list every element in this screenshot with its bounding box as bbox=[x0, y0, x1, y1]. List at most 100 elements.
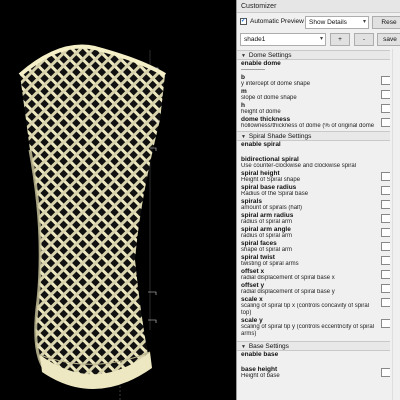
param-name: spiral twist bbox=[241, 254, 275, 261]
group-header-base[interactable]: ▼ Base Settings bbox=[237, 341, 390, 351]
param-desc: Height of Spiral shape bbox=[241, 177, 301, 183]
param-spiral-height: spiral height Height of Spiral shape bbox=[237, 170, 390, 184]
param-spiral-base-radius: spiral base radius Radius of the Spiral … bbox=[237, 184, 390, 198]
param-desc: y intercept of dome shape bbox=[241, 81, 311, 87]
param-desc: height of dome bbox=[241, 109, 281, 115]
save-preset-button[interactable]: save bbox=[377, 33, 400, 46]
reset-button[interactable]: Rese bbox=[372, 16, 400, 29]
param-input[interactable] bbox=[381, 256, 390, 265]
group-header-dome[interactable]: ▼ Dome Settings bbox=[237, 50, 390, 60]
param-name: h bbox=[241, 102, 245, 109]
param-input[interactable] bbox=[381, 270, 390, 279]
preset-value: shade1 bbox=[244, 36, 266, 43]
param-desc: radius of spiral arm bbox=[241, 233, 293, 239]
param-name: offset x bbox=[241, 268, 265, 275]
param-name: scale x bbox=[241, 296, 263, 303]
param-offset-y: offset y radial displacement of spiral b… bbox=[237, 282, 390, 296]
chevron-down-icon: ▾ bbox=[319, 36, 323, 42]
param-name: spiral arm angle bbox=[241, 226, 291, 233]
param-input[interactable] bbox=[381, 90, 390, 99]
param-enable-base: enable base bbox=[237, 351, 390, 358]
param-name: enable base bbox=[241, 351, 279, 358]
param-bidirectional-spiral: bidirectional spiral Use counter-clockwi… bbox=[237, 156, 390, 170]
chevron-down-icon: ▾ bbox=[362, 19, 366, 25]
param-b: b y intercept of dome shape bbox=[237, 74, 390, 88]
param-spirals: spirals amount of spirals (half) bbox=[237, 198, 390, 212]
scrollbar[interactable] bbox=[392, 49, 400, 400]
param-input[interactable] bbox=[381, 118, 390, 127]
customizer-panel: Customizer ✓ Automatic Preview Show Deta… bbox=[236, 0, 400, 400]
group-title: Dome Settings bbox=[248, 52, 292, 59]
param-desc: twisting of spiral arms bbox=[241, 261, 299, 267]
group-title: Base Settings bbox=[248, 343, 289, 350]
param-offset-x: offset x radial displacement of spiral b… bbox=[237, 268, 390, 282]
param-desc: hollowness/thickness of dome (% of origi… bbox=[241, 123, 376, 129]
param-name: bidirectional spiral bbox=[241, 156, 299, 163]
param-input[interactable] bbox=[381, 228, 390, 237]
param-name: b bbox=[241, 74, 245, 81]
automatic-preview-label: Automatic Preview bbox=[250, 18, 304, 25]
param-name: enable spiral bbox=[241, 141, 281, 148]
param-scale-y: scale y scaling of spiral tip y (control… bbox=[237, 317, 390, 338]
param-desc: amount of spirals (half) bbox=[241, 205, 303, 211]
param-name: offset y bbox=[241, 282, 265, 289]
show-details-dropdown[interactable]: Show Details ▾ bbox=[305, 16, 369, 29]
parameter-list: ▼ Dome Settings enable dome ------------… bbox=[237, 49, 390, 400]
param-input[interactable] bbox=[381, 368, 390, 377]
param-desc: radius of spiral arm bbox=[241, 219, 293, 225]
param-desc: ------------ bbox=[241, 67, 265, 73]
param-input[interactable] bbox=[381, 214, 390, 223]
param-name: m bbox=[241, 88, 247, 95]
param-desc: slope of dome shape bbox=[241, 95, 297, 101]
group-header-spiral[interactable]: ▼ Spiral Shade Settings bbox=[237, 131, 390, 141]
param-input[interactable] bbox=[381, 104, 390, 113]
param-desc: Radius of the Spiral base bbox=[241, 191, 309, 197]
param-name: spirals bbox=[241, 198, 262, 205]
param-name: scale y bbox=[241, 317, 263, 324]
param-input[interactable] bbox=[381, 186, 390, 195]
param-input[interactable] bbox=[381, 298, 390, 307]
param-desc: scaling of spiral tip x (controls concav… bbox=[241, 303, 370, 316]
param-spiral-faces: spiral faces shape of spiral arm bbox=[237, 240, 390, 254]
param-name: base height bbox=[241, 366, 278, 373]
param-input[interactable] bbox=[381, 242, 390, 251]
param-scale-x: scale x scaling of spiral tip x (control… bbox=[237, 296, 390, 317]
param-base-height: base height Height of base bbox=[237, 366, 390, 380]
param-input[interactable] bbox=[381, 284, 390, 293]
param-name: spiral height bbox=[241, 170, 280, 177]
lampshade-model bbox=[18, 44, 167, 400]
show-details-value: Show Details bbox=[309, 19, 347, 26]
preview-toolbar: ✓ Automatic Preview Show Details ▾ Rese bbox=[237, 14, 400, 30]
param-desc: Use counter-clockwise and clockwise spir… bbox=[241, 163, 357, 169]
param-desc: scaling of spiral tip y (controls eccent… bbox=[241, 324, 375, 337]
preset-toolbar: shade1 ▾ + - save bbox=[237, 31, 400, 48]
param-desc: Height of base bbox=[241, 373, 280, 379]
remove-preset-button[interactable]: - bbox=[354, 33, 374, 46]
param-name: enable dome bbox=[241, 60, 281, 67]
param-name: spiral base radius bbox=[241, 184, 297, 191]
param-name: spiral faces bbox=[241, 240, 277, 247]
param-desc: radial displacement of spiral base y bbox=[241, 289, 335, 295]
group-title: Spiral Shade Settings bbox=[248, 133, 312, 140]
param-input[interactable] bbox=[381, 200, 390, 209]
param-name: dome thickness bbox=[241, 116, 291, 123]
param-spiral-twist: spiral twist twisting of spiral arms bbox=[237, 254, 390, 268]
param-dome-thickness: dome thickness hollowness/thickness of d… bbox=[237, 116, 390, 130]
param-enable-dome: enable dome ------------ bbox=[237, 60, 390, 74]
param-enable-spiral: enable spiral bbox=[237, 141, 390, 148]
param-h: h height of dome bbox=[237, 102, 390, 116]
panel-title: Customizer bbox=[237, 0, 400, 13]
param-desc: radial displacement of spiral base x bbox=[241, 275, 335, 281]
param-input[interactable] bbox=[381, 76, 390, 85]
param-desc: shape of spiral arm bbox=[241, 247, 293, 253]
3d-viewport[interactable] bbox=[0, 0, 236, 400]
preset-dropdown[interactable]: shade1 ▾ bbox=[240, 33, 326, 46]
add-preset-button[interactable]: + bbox=[330, 33, 350, 46]
param-input[interactable] bbox=[381, 172, 390, 181]
param-name: spiral arm radius bbox=[241, 212, 294, 219]
param-m: m slope of dome shape bbox=[237, 88, 390, 102]
param-input[interactable] bbox=[381, 319, 390, 328]
param-spiral-arm-angle: spiral arm angle radius of spiral arm bbox=[237, 226, 390, 240]
param-spiral-arm-radius: spiral arm radius radius of spiral arm bbox=[237, 212, 390, 226]
automatic-preview-checkbox[interactable]: ✓ bbox=[240, 18, 247, 25]
